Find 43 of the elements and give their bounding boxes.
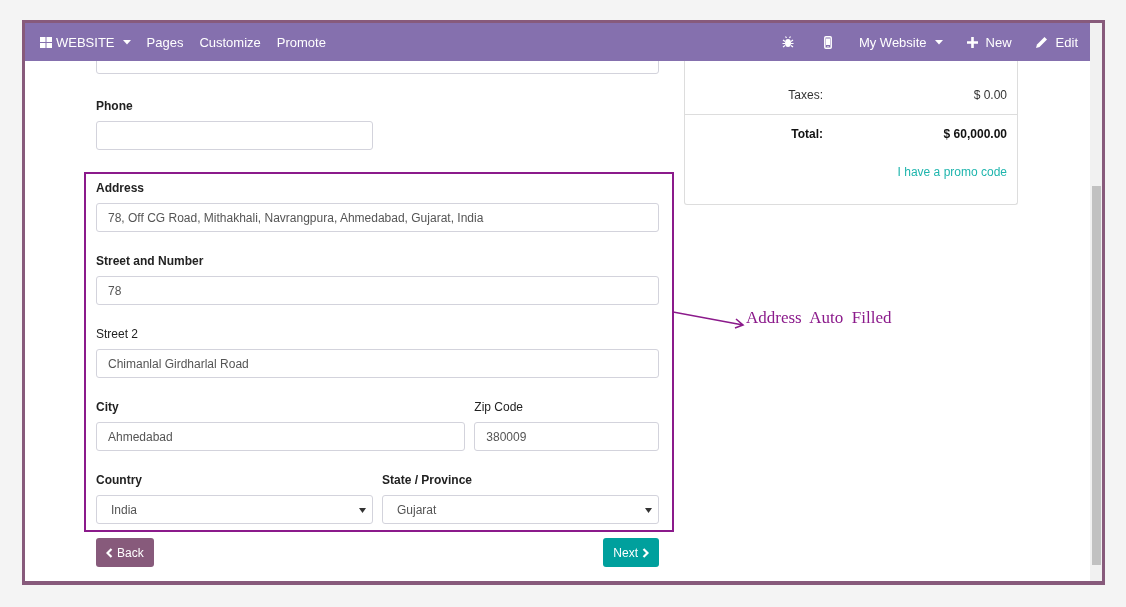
field-label: Zip Code — [474, 400, 525, 415]
input-field[interactable]: 380009 — [474, 422, 659, 451]
caret-icon — [934, 39, 943, 45]
summary-value: $ 60,000.00 — [942, 127, 1007, 141]
chevron-left-icon — [106, 547, 113, 558]
input-field[interactable]: Ahmedabad — [96, 422, 466, 451]
back-button[interactable]: Back — [96, 538, 154, 567]
nav-link[interactable]: Pages — [138, 23, 192, 61]
field-label: City — [96, 400, 120, 415]
field-label: Phone — [96, 99, 134, 114]
input-field[interactable]: Chimanlal Girdharlal Road — [96, 349, 659, 378]
select-field[interactable]: Gujarat — [382, 495, 659, 524]
field-label: State / Province — [382, 473, 474, 488]
caret-icon — [645, 508, 652, 513]
input-field[interactable] — [96, 121, 373, 150]
summary-value: $ 0.00 — [972, 88, 1007, 102]
caret-icon — [122, 39, 131, 45]
field-label: Street 2 — [96, 327, 140, 342]
summary-label: Total: — [790, 127, 823, 141]
summary-label: Taxes: — [787, 88, 823, 102]
annotation-label: Address Auto Filled — [746, 308, 892, 328]
nav-link[interactable]: Promote — [268, 23, 334, 61]
input-field[interactable]: 78 — [96, 276, 659, 305]
caret-icon — [359, 508, 366, 513]
nav-link[interactable]: Customize — [191, 23, 269, 61]
plus-icon — [966, 36, 978, 48]
input-field[interactable]: 78, Off CG Road, Mithakhali, Navrangpura, Ahmedabad, Gujarat, India — [96, 203, 659, 232]
new-button[interactable]: New — [954, 23, 1024, 61]
next-button[interactable]: Next — [603, 538, 659, 567]
chevron-right-icon — [642, 547, 649, 558]
field-label: Country — [96, 473, 143, 488]
mobile-phone-icon — [823, 35, 832, 49]
field-label: Address — [96, 181, 146, 196]
edit-button[interactable]: Edit — [1023, 23, 1090, 61]
website-menu[interactable]: WEBSITE — [32, 23, 139, 61]
promo-code-link[interactable]: I have a promo code — [685, 153, 1017, 204]
pencil-icon — [1035, 36, 1048, 48]
scrollbar[interactable] — [1090, 23, 1102, 581]
bug-icon — [781, 36, 794, 48]
field-label: Street and Number — [96, 254, 205, 269]
grid-icon — [40, 36, 52, 48]
select-field[interactable]: India — [96, 495, 373, 524]
website-dropdown[interactable]: My Website — [846, 23, 955, 61]
